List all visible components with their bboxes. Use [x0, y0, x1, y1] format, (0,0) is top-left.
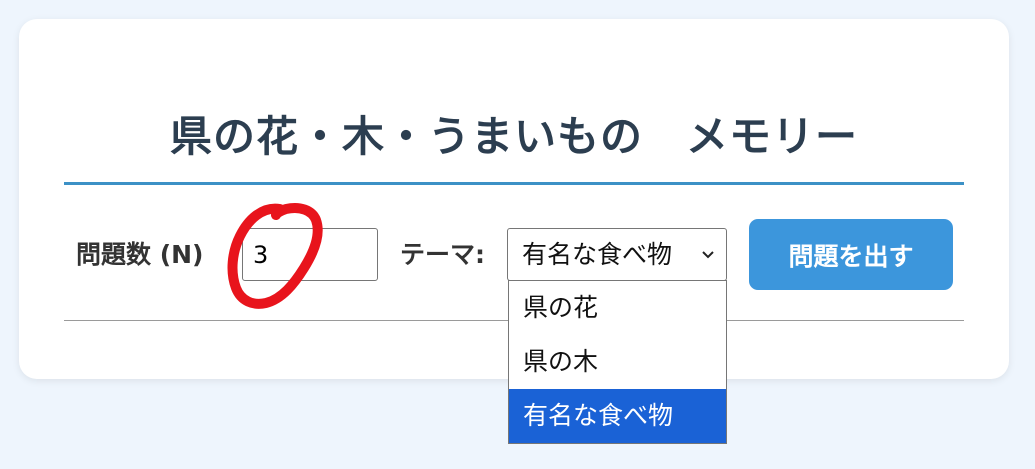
- theme-label: テーマ:: [400, 240, 485, 269]
- theme-option-flower[interactable]: 県の花: [509, 281, 726, 335]
- page-title: 県の花・木・うまいもの メモリー: [169, 112, 858, 161]
- theme-select[interactable]: 有名な食べ物: [507, 228, 727, 281]
- question-count-label: 問題数 (N): [76, 240, 204, 269]
- theme-option-tree[interactable]: 県の木: [509, 335, 726, 389]
- submit-question-button[interactable]: 問題を出す: [749, 219, 953, 290]
- red-circle-annotation: [227, 203, 323, 309]
- theme-option-food[interactable]: 有名な食べ物: [509, 389, 726, 443]
- title-divider: [64, 182, 964, 185]
- chevron-down-icon: [702, 251, 714, 259]
- theme-dropdown-list: 県の花 県の木 有名な食べ物: [508, 280, 727, 444]
- theme-select-value: 有名な食べ物: [522, 240, 673, 269]
